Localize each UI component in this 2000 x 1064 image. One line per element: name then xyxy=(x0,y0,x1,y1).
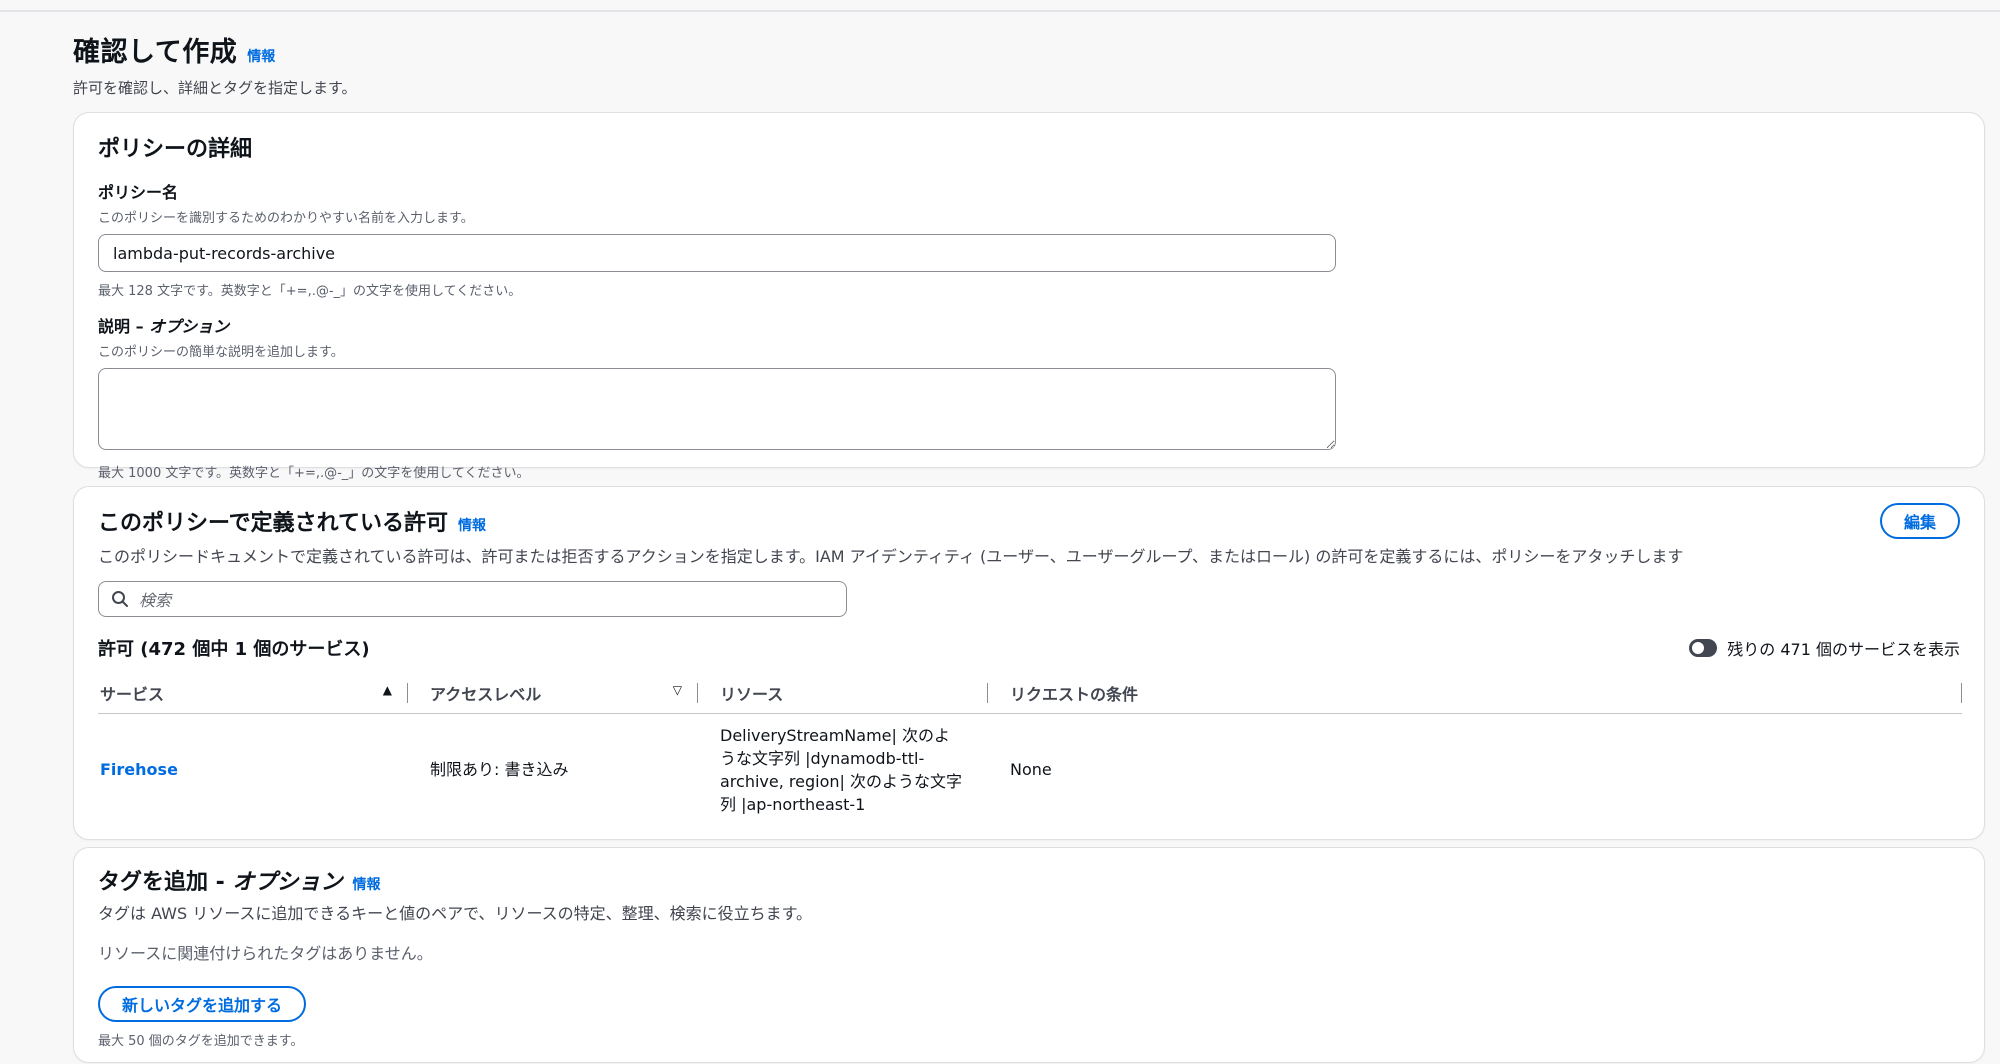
access-level-cell: 制限あり: 書き込み xyxy=(430,760,569,779)
policy-name-input[interactable] xyxy=(98,234,1336,272)
column-header-request-condition-label: リクエストの条件 xyxy=(1010,684,1139,704)
add-new-tag-button[interactable]: 新しいタグを追加する xyxy=(98,986,307,1022)
policy-name-label: ポリシー名 xyxy=(98,183,179,202)
page-info-link[interactable]: 情報 xyxy=(247,46,275,66)
table-row: Firehose 制限あり: 書き込み DeliveryStreamName| … xyxy=(98,713,1962,826)
permissions-description: このポリシードキュメントで定義されている許可は、許可または拒否するアクションを指… xyxy=(98,547,1684,566)
search-icon xyxy=(112,591,128,607)
tags-constraint: 最大 50 個のタグを追加できます。 xyxy=(98,1034,304,1049)
review-page: 確認して作成 情報 許可を確認し、詳細とタグを指定します。 ポリシーの詳細 ポリ… xyxy=(73,30,1985,1063)
policy-description-textarea[interactable] xyxy=(98,368,1336,450)
policy-description-field: 説明 – オプション このポリシーの簡単な説明を追加します。 最大 1000 文… xyxy=(98,313,1960,481)
tags-title-row: タグを追加 - オプション 情報 xyxy=(98,864,1960,896)
policy-details-card: ポリシーの詳細 ポリシー名 このポリシーを識別するためのわかりやすい名前を入力し… xyxy=(73,112,1985,481)
show-remaining-services-toggle[interactable]: 残りの 471 個のサービスを表示 xyxy=(1689,636,1960,660)
policy-description-optional: オプション xyxy=(149,317,230,336)
column-header-request-condition[interactable]: リクエストの条件 xyxy=(988,673,1962,713)
tags-title-optional: オプション xyxy=(232,870,343,895)
resource-cell: DeliveryStreamName| 次のような文字列 |dynamodb-t… xyxy=(720,725,962,814)
policy-name-constraint: 最大 128 文字です。英数字と「+=,.@-_」の文字を使用してください。 xyxy=(98,284,522,299)
policy-description-label-text: 説明 – xyxy=(98,317,150,336)
sort-ascending-icon[interactable]: ▲ xyxy=(383,683,392,697)
toggle-switch-icon[interactable] xyxy=(1689,639,1718,657)
service-link-firehose[interactable]: Firehose xyxy=(100,760,178,779)
column-header-access-level-label: アクセスレベル xyxy=(430,684,542,704)
sort-descending-icon[interactable]: ▽ xyxy=(673,683,682,697)
edit-button[interactable]: 編集 xyxy=(1879,503,1960,539)
no-tags-message: リソースに関連付けられたタグはありません。 xyxy=(98,944,433,963)
tags-title-text: タグを追加 - xyxy=(98,870,233,895)
tags-title: タグを追加 - オプション xyxy=(98,864,342,896)
top-divider xyxy=(0,10,2000,12)
permissions-header: このポリシーで定義されている許可 情報 編集 xyxy=(98,503,1960,539)
permissions-count-title: 許可 (472 個中 1 個のサービス) xyxy=(98,639,370,660)
column-header-service[interactable]: サービス ▲ xyxy=(98,673,408,713)
tags-card: タグを追加 - オプション 情報 タグは AWS リソースに追加できるキーと値の… xyxy=(73,847,1985,1063)
condition-cell: None xyxy=(1010,760,1052,779)
policy-description-label: 説明 – オプション xyxy=(98,313,1960,337)
page-title-row: 確認して作成 情報 xyxy=(73,30,1985,69)
policy-name-field: ポリシー名 このポリシーを識別するためのわかりやすい名前を入力します。 最大 1… xyxy=(98,179,1960,299)
page-header: 確認して作成 情報 許可を確認し、詳細とタグを指定します。 xyxy=(73,30,1985,97)
page-title: 確認して作成 xyxy=(73,37,238,68)
column-separator[interactable] xyxy=(1961,683,1962,703)
permissions-card: このポリシーで定義されている許可 情報 編集 このポリシードキュメントで定義され… xyxy=(73,486,1985,840)
permissions-search[interactable]: 検索 xyxy=(98,581,847,617)
table-header-row: サービス ▲ アクセスレベル ▽ リソース リクエストの条件 xyxy=(98,673,1962,713)
toggle-label: 残りの 471 個のサービスを表示 xyxy=(1727,640,1960,659)
policy-details-title: ポリシーの詳細 xyxy=(98,137,253,162)
column-header-access-level[interactable]: アクセスレベル ▽ xyxy=(408,673,698,713)
search-placeholder: 検索 xyxy=(139,591,172,610)
policy-description-constraint: 最大 1000 文字です。英数字と「+=,.@-_」の文字を使用してください。 xyxy=(98,466,530,481)
permissions-title: このポリシーで定義されている許可 xyxy=(98,511,449,536)
permissions-title-row: このポリシーで定義されている許可 情報 xyxy=(98,505,486,537)
policy-name-description: このポリシーを識別するためのわかりやすい名前を入力します。 xyxy=(98,211,474,226)
column-header-service-label: サービス xyxy=(100,684,165,704)
column-header-resource-label: リソース xyxy=(720,684,784,704)
permissions-info-link[interactable]: 情報 xyxy=(458,515,486,535)
page-description: 許可を確認し、詳細とタグを指定します。 xyxy=(73,79,357,97)
tags-description: タグは AWS リソースに追加できるキーと値のペアで、リソースの特定、整理、検索… xyxy=(98,904,813,923)
policy-description-description: このポリシーの簡単な説明を追加します。 xyxy=(98,345,344,360)
permissions-count-row: 許可 (472 個中 1 個のサービス) 残りの 471 個のサービスを表示 xyxy=(98,635,1960,661)
tags-info-link[interactable]: 情報 xyxy=(352,874,380,894)
column-header-resource[interactable]: リソース xyxy=(698,673,988,713)
permissions-table: サービス ▲ アクセスレベル ▽ リソース リクエストの条件 Firehose … xyxy=(98,673,1962,826)
